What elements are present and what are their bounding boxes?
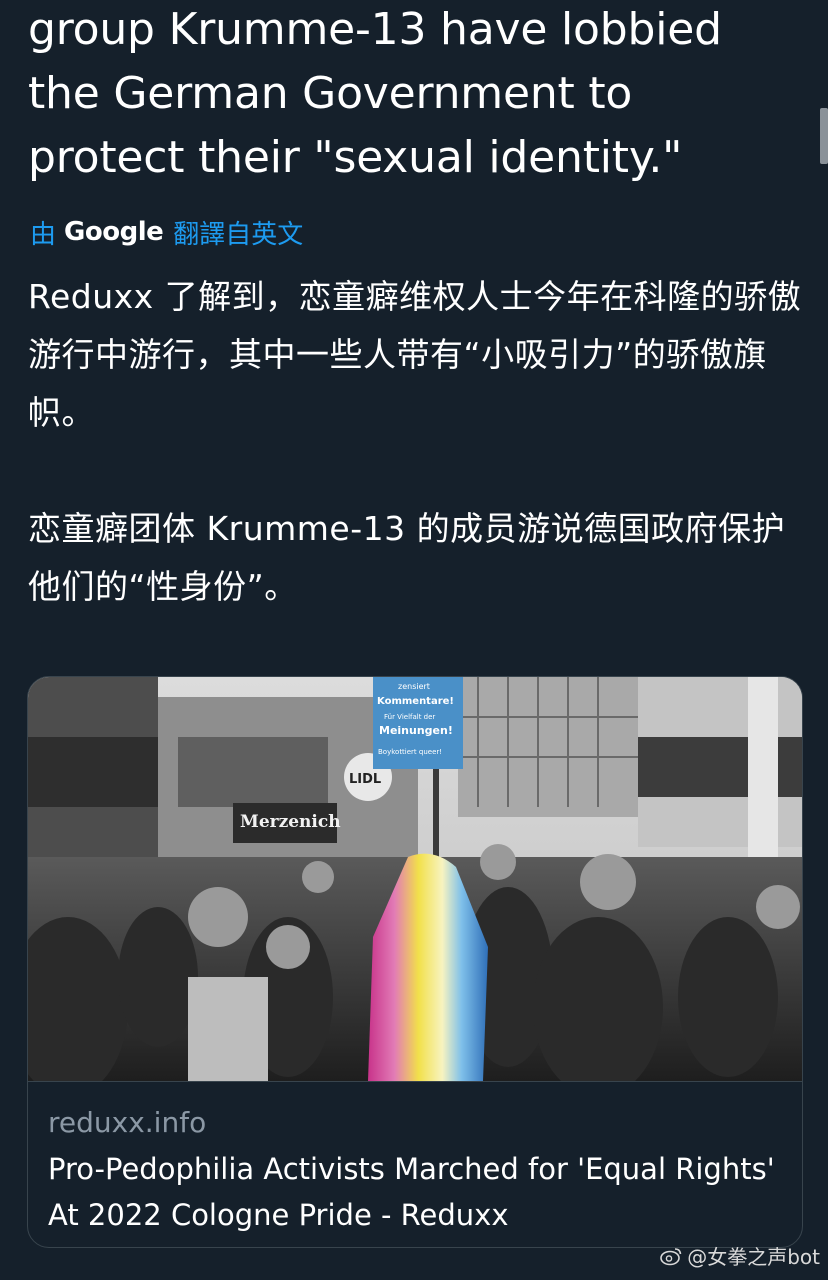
placard-line-4: Meinungen! bbox=[379, 724, 453, 737]
placard-line-2: Kommentare! bbox=[377, 696, 454, 707]
google-logo: Google bbox=[64, 217, 164, 247]
weibo-icon bbox=[660, 1247, 682, 1265]
card-domain: reduxx.info bbox=[48, 1106, 207, 1139]
translated-paragraph-2: 恋童癖团体 Krumme-13 的成员游说德国政府保护他们的“性身份”。 bbox=[28, 509, 786, 606]
lidl-sign: LIDL bbox=[349, 772, 381, 787]
placard-line-5: Boykottiert queer! bbox=[378, 748, 442, 756]
translation-attribution: 由 Google 翻譯自英文 bbox=[30, 212, 303, 252]
watermark-text: @女拳之声bot bbox=[687, 1245, 820, 1269]
scrollbar-thumb[interactable] bbox=[820, 108, 828, 164]
link-preview-card[interactable]: Merzenich LIDL zensiert Kommentare! Für … bbox=[27, 676, 803, 1248]
card-image: Merzenich LIDL zensiert Kommentare! Für … bbox=[28, 677, 802, 1081]
translation-by-label: 由 bbox=[30, 219, 57, 250]
weibo-watermark: @女拳之声bot bbox=[659, 1241, 820, 1270]
translated-from-link[interactable]: 翻譯自英文 bbox=[173, 214, 303, 251]
tweet-text-translated: Reduxx 了解到，恋童癖维权人士今年在科隆的骄傲游行中游行，其中一些人带有“… bbox=[28, 268, 808, 616]
tweet-text-original: group Krumme-13 have lobbied the German … bbox=[28, 4, 722, 183]
translated-paragraph-1: Reduxx 了解到，恋童癖维权人士今年在科隆的骄傲游行中游行，其中一些人带有“… bbox=[28, 277, 802, 432]
store-sign: Merzenich bbox=[240, 812, 341, 832]
card-title[interactable]: Pro-Pedophilia Activists Marched for 'Eq… bbox=[48, 1146, 778, 1238]
placard-line-3: Für Vielfalt der bbox=[384, 713, 435, 721]
card-meta: reduxx.info Pro-Pedophilia Activists Mar… bbox=[28, 1081, 802, 1247]
placard-line-1: zensiert bbox=[398, 682, 430, 691]
